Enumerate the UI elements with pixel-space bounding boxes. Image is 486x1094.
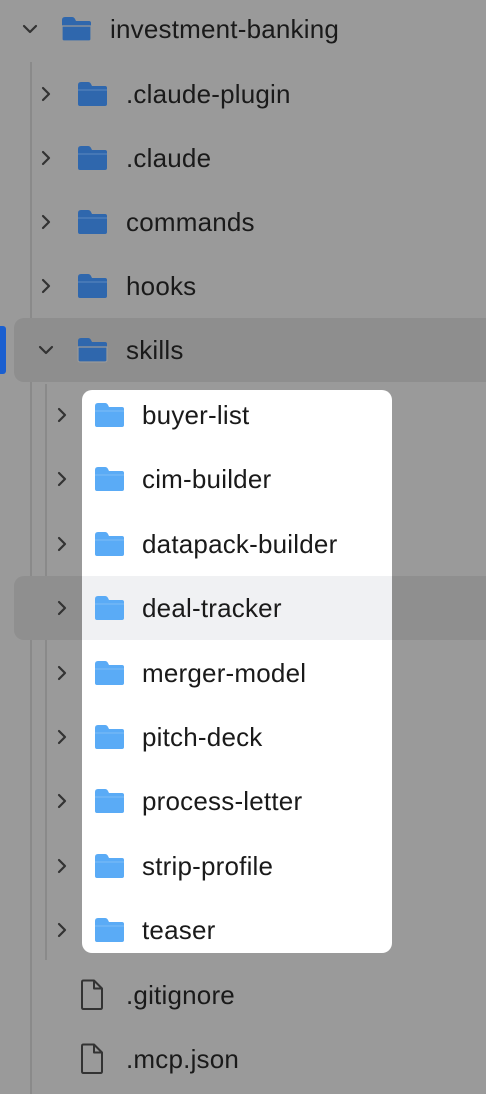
folder-label: datapack-builder — [142, 528, 338, 559]
chevron-right-icon[interactable] — [37, 85, 55, 103]
chevron-right-icon[interactable] — [53, 857, 71, 875]
folder-label: skills — [126, 335, 184, 365]
chevron-right-icon[interactable] — [53, 599, 71, 617]
tree-row-skill[interactable]: datapack-builder — [0, 512, 486, 576]
tree-row-root[interactable]: investment-banking — [0, 0, 486, 61]
folder-label: process-letter — [142, 786, 303, 817]
chevron-right-icon[interactable] — [53, 470, 71, 488]
folder-icon — [95, 789, 124, 814]
folder-icon — [61, 17, 92, 42]
chevron-right-icon[interactable] — [37, 149, 55, 167]
chevron-down-icon[interactable] — [37, 341, 55, 359]
tree-row-file[interactable]: .mcp.json — [0, 1027, 486, 1091]
folder-icon — [95, 853, 124, 878]
folder-label: merger-model — [142, 657, 307, 688]
chevron-down-icon[interactable] — [21, 20, 39, 38]
tree-row-skill[interactable]: teaser — [0, 898, 486, 962]
folder-label: investment-banking — [110, 14, 340, 44]
folder-label: pitch-deck — [142, 722, 263, 752]
chevron-right-icon[interactable] — [37, 277, 55, 295]
tree-row-folder[interactable]: hooks — [0, 254, 486, 318]
chevron-right-icon[interactable] — [53, 792, 71, 810]
tree-row-folder[interactable]: commands — [0, 190, 486, 254]
folder-icon — [78, 274, 107, 298]
file-icon — [81, 1043, 103, 1074]
tree-row-skill[interactable]: deal-tracker — [0, 576, 486, 640]
folder-label: commands — [126, 207, 255, 237]
folder-icon — [78, 82, 107, 106]
file-icon — [81, 979, 103, 1010]
folder-label: .claude — [126, 143, 212, 173]
chevron-right-icon[interactable] — [53, 406, 71, 424]
chevron-right-icon[interactable] — [53, 728, 71, 746]
folder-icon — [95, 531, 124, 556]
folder-icon — [77, 338, 108, 363]
folder-icon — [78, 210, 107, 234]
folder-icon — [95, 403, 124, 427]
folder-icon — [78, 146, 107, 170]
file-label: .gitignore — [126, 980, 235, 1010]
file-label: .mcp.json — [126, 1044, 240, 1074]
folder-icon — [95, 467, 124, 492]
tree-row-skill[interactable]: cim-builder — [0, 447, 486, 511]
folder-label: teaser — [142, 915, 216, 946]
tree-row-skills[interactable]: skills — [0, 318, 486, 382]
chevron-right-icon[interactable] — [53, 535, 71, 553]
tree-row-skill[interactable]: pitch-deck — [0, 705, 486, 769]
folder-label: .claude-plugin — [126, 79, 291, 109]
folder-icon — [95, 596, 124, 621]
folder-icon — [95, 725, 124, 749]
tree-row-skill[interactable]: strip-profile — [0, 834, 486, 898]
chevron-right-icon[interactable] — [37, 213, 55, 231]
chevron-right-icon[interactable] — [53, 921, 71, 939]
file-tree: investment-banking .claude-plugin .claude c… — [0, 0, 486, 1094]
tree-row-file[interactable]: .gitignore — [0, 963, 486, 1027]
tree-row-skill[interactable]: process-letter — [0, 769, 486, 833]
folder-label: cim-builder — [142, 464, 272, 495]
tree-row-skill[interactable]: merger-model — [0, 641, 486, 705]
tree-row-skill[interactable]: buyer-list — [0, 383, 486, 447]
tree-row-folder[interactable]: .claude — [0, 126, 486, 190]
folder-label: deal-tracker — [142, 593, 282, 624]
tree-row-folder[interactable]: .claude-plugin — [0, 62, 486, 126]
folder-label: hooks — [126, 271, 197, 301]
chevron-right-icon[interactable] — [53, 664, 71, 682]
folder-label: buyer-list — [142, 400, 250, 430]
folder-icon — [95, 918, 124, 943]
folder-icon — [95, 660, 124, 685]
folder-label: strip-profile — [142, 850, 274, 881]
